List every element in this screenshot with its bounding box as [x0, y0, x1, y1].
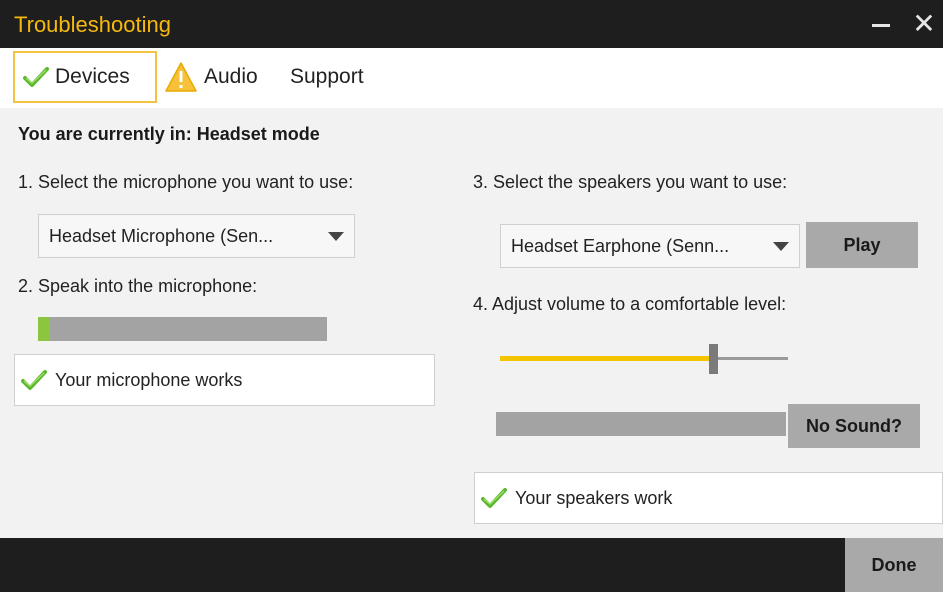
close-button[interactable]: ✕	[910, 10, 938, 38]
speakers-select[interactable]: Headset Earphone (Senn...	[500, 224, 800, 268]
microphone-status-text: Your microphone works	[55, 369, 243, 390]
tab-audio[interactable]: Audio	[162, 51, 284, 103]
done-button[interactable]: Done	[845, 538, 943, 592]
microphone-level-fill	[38, 317, 50, 341]
footer-bar: Done	[0, 538, 943, 592]
microphone-step-label: 1. Select the microphone you want to use…	[18, 172, 354, 192]
no-sound-button[interactable]: No Sound?	[788, 404, 920, 448]
speaker-level-meter	[496, 412, 786, 436]
tab-audio-label: Audio	[204, 65, 258, 88]
minimize-button[interactable]	[872, 24, 890, 27]
devices-panel: You are currently in: Headset mode 1. Se…	[0, 108, 943, 538]
speakers-step-label: 3. Select the speakers you want to use:	[473, 172, 788, 192]
play-button[interactable]: Play	[806, 222, 918, 268]
chevron-down-icon	[328, 232, 344, 241]
volume-slider-fill	[500, 356, 713, 361]
speakers-select-value: Headset Earphone (Senn...	[511, 235, 730, 256]
volume-step-label: 4. Adjust volume to a comfortable level:	[473, 294, 787, 314]
microphone-select[interactable]: Headset Microphone (Sen...	[38, 214, 355, 258]
tab-bar: Devices Audio Support	[0, 48, 943, 108]
tab-devices[interactable]: Devices	[13, 51, 157, 103]
chevron-down-icon	[773, 242, 789, 251]
tab-support[interactable]: Support	[290, 51, 400, 103]
speakers-status: Your speakers work	[474, 472, 943, 524]
title-bar: Troubleshooting ✕	[0, 0, 943, 48]
microphone-select-value: Headset Microphone (Sen...	[49, 225, 274, 246]
mode-status: You are currently in: Headset mode	[18, 124, 320, 144]
volume-slider-thumb[interactable]	[709, 344, 718, 374]
microphone-status: Your microphone works	[14, 354, 435, 406]
troubleshooting-window: Troubleshooting ✕ Devices Audio Support …	[0, 0, 943, 592]
speakers-status-text: Your speakers work	[515, 487, 673, 508]
volume-slider-track	[713, 357, 788, 360]
window-title: Troubleshooting	[14, 12, 171, 37]
check-icon	[23, 67, 49, 87]
volume-slider[interactable]	[500, 344, 788, 374]
microphone-level-meter	[38, 317, 327, 341]
check-icon	[21, 370, 47, 390]
speak-step-label: 2. Speak into the microphone:	[18, 276, 258, 296]
tab-devices-label: Devices	[55, 65, 130, 88]
check-icon	[481, 488, 507, 508]
tab-support-label: Support	[290, 65, 364, 88]
warning-icon	[165, 62, 197, 92]
